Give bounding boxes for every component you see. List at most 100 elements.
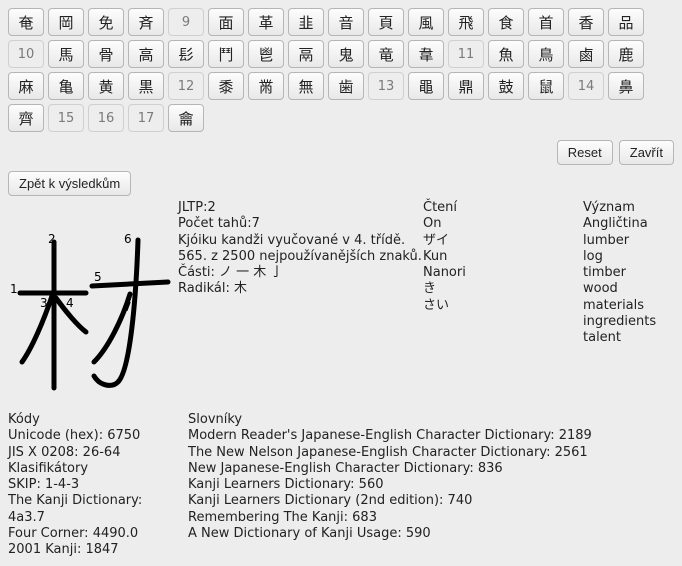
nanori-value-1: き	[423, 281, 583, 297]
radical-cell[interactable]: 黹	[248, 72, 284, 100]
back-toolbar: Zpět k výsledkům	[8, 171, 674, 196]
radical-cell[interactable]: 岡	[48, 8, 84, 36]
radical-cell[interactable]: 品	[608, 8, 644, 36]
radical-cell[interactable]: 奄	[8, 8, 44, 36]
radical-cell[interactable]: 頁	[368, 8, 404, 36]
radical-cell[interactable]: 革	[248, 8, 284, 36]
unicode-value: Unicode (hex): 6750	[8, 428, 180, 444]
codes-column: Kódy Unicode (hex): 6750 JIS X 0208: 26-…	[8, 412, 180, 558]
radical-cell[interactable]: 韭	[288, 8, 324, 36]
dict-item: A New Dictionary of Kanji Usage: 590	[188, 526, 674, 542]
radical-cell[interactable]: 鼻	[608, 72, 644, 100]
stroke-num-1: 1	[10, 282, 18, 296]
radical-cell[interactable]: 竜	[368, 40, 404, 68]
radical-cell[interactable]: 鬥	[208, 40, 244, 68]
back-button[interactable]: Zpět k výsledkům	[8, 171, 131, 196]
radical-cell[interactable]: 黽	[408, 72, 444, 100]
dicts-column: Slovníky Modern Reader's Japanese-Englis…	[188, 412, 674, 558]
kanji-detail: 1 2 3 4 5 6 7 JLTP:2 Počet tahů:7 Kjóiku…	[8, 200, 674, 400]
readings-column: Čtení On ザイ Kun Nanori き さい	[423, 200, 583, 314]
stroke-num-5: 5	[94, 270, 102, 284]
on-value: ザイ	[423, 233, 583, 249]
fourcorner-value: Four Corner: 4490.0	[8, 526, 180, 542]
on-label: On	[423, 216, 583, 232]
radical-cell[interactable]: 麻	[8, 72, 44, 100]
meanings-header: Význam	[583, 200, 674, 216]
freq-value: 565. z 2500 nejpoužívanějších znaků.	[178, 249, 423, 265]
radical-cell[interactable]: 鬲	[288, 40, 324, 68]
stroke-num-7: 7	[124, 300, 132, 314]
dict-item: The New Nelson Japanese-English Characte…	[188, 445, 674, 461]
radical-cell[interactable]: 鬯	[248, 40, 284, 68]
radical-cell[interactable]: 無	[288, 72, 324, 100]
radical-cell[interactable]: 骨	[88, 40, 124, 68]
bottom-lists: Kódy Unicode (hex): 6750 JIS X 0208: 26-…	[8, 412, 674, 558]
stroke-num-2: 2	[48, 232, 56, 246]
stroke-count-cell: 12	[168, 72, 204, 100]
radical-cell[interactable]: 鬼	[328, 40, 364, 68]
radical-cell[interactable]: 韋	[408, 40, 444, 68]
radical-cell[interactable]: 黍	[208, 72, 244, 100]
jis-value: JIS X 0208: 26-64	[8, 445, 180, 461]
stroke-count-cell: 11	[448, 40, 484, 68]
strokes-value: Počet tahů:7	[178, 216, 423, 232]
stroke-num-3: 3	[40, 296, 48, 310]
radical-cell[interactable]: 鹿	[608, 40, 644, 68]
radical-cell[interactable]: 髟	[168, 40, 204, 68]
stroke-count-cell: 17	[128, 104, 164, 132]
stroke-num-6: 6	[124, 232, 132, 246]
stroke-count-cell: 15	[48, 104, 84, 132]
radical-grid: 奄岡免斉9面革韭音頁風飛食首香品10馬骨高髟鬥鬯鬲鬼竜韋11魚鳥鹵鹿麻亀黄黒12…	[8, 8, 674, 132]
nanori-label: Nanori	[423, 265, 583, 281]
readings-header: Čtení	[423, 200, 583, 216]
kanji-svg	[8, 200, 178, 400]
meaning-item: materials	[583, 298, 674, 314]
skip-value: SKIP: 1-4-3	[8, 477, 180, 493]
dict-item: Modern Reader's Japanese-English Charact…	[188, 428, 674, 444]
radical-value: Radikál: 木	[178, 281, 423, 297]
radical-cell[interactable]: 鼓	[488, 72, 524, 100]
radical-cell[interactable]: 面	[208, 8, 244, 36]
radical-cell[interactable]: 黄	[88, 72, 124, 100]
radical-cell[interactable]: 亀	[48, 72, 84, 100]
radical-cell[interactable]: 斉	[128, 8, 164, 36]
meaning-item: timber	[583, 265, 674, 281]
radical-cell[interactable]: 龠	[168, 104, 204, 132]
radical-cell[interactable]: 高	[128, 40, 164, 68]
radical-cell[interactable]: 歯	[328, 72, 364, 100]
radical-cell[interactable]: 鼎	[448, 72, 484, 100]
close-button[interactable]: Zavřít	[619, 140, 674, 165]
radical-cell[interactable]: 風	[408, 8, 444, 36]
radical-cell[interactable]: 魚	[488, 40, 524, 68]
radical-cell[interactable]: 鼠	[528, 72, 564, 100]
radical-cell[interactable]: 黒	[128, 72, 164, 100]
stroke-count-cell: 14	[568, 72, 604, 100]
meanings-column: Význam Angličtina lumber log timber wood…	[583, 200, 674, 346]
radical-cell[interactable]: 食	[488, 8, 524, 36]
radical-cell[interactable]: 鳥	[528, 40, 564, 68]
codes-header: Kódy	[8, 412, 180, 428]
dict-item: Remembering The Kanji: 683	[188, 510, 674, 526]
radical-cell[interactable]: 齊	[8, 104, 44, 132]
dialog-buttons: Reset Zavřít	[8, 140, 674, 165]
radical-cell[interactable]: 飛	[448, 8, 484, 36]
radical-cell[interactable]: 鹵	[568, 40, 604, 68]
meaning-item: ingredients	[583, 314, 674, 330]
stroke-count-cell: 9	[168, 8, 204, 36]
radical-cell[interactable]: 音	[328, 8, 364, 36]
stroke-count-cell: 16	[88, 104, 124, 132]
nanori-value-2: さい	[423, 298, 583, 314]
radical-cell[interactable]: 首	[528, 8, 564, 36]
parts-value: Části: ノ 一 木 亅	[178, 265, 423, 281]
stroke-diagram: 1 2 3 4 5 6 7	[8, 200, 178, 400]
radical-cell[interactable]: 馬	[48, 40, 84, 68]
tkd-value: The Kanji Dictionary: 4a3.7	[8, 493, 180, 526]
radical-cell[interactable]: 免	[88, 8, 124, 36]
meaning-item: wood	[583, 281, 674, 297]
stroke-num-4: 4	[66, 296, 74, 310]
reset-button[interactable]: Reset	[557, 140, 613, 165]
radical-cell[interactable]: 香	[568, 8, 604, 36]
info-column: JLTP:2 Počet tahů:7 Kjóiku kandži vyučov…	[178, 200, 423, 298]
dicts-header: Slovníky	[188, 412, 674, 428]
kyoiku-value: Kjóiku kandži vyučované v 4. třídě.	[178, 233, 423, 249]
